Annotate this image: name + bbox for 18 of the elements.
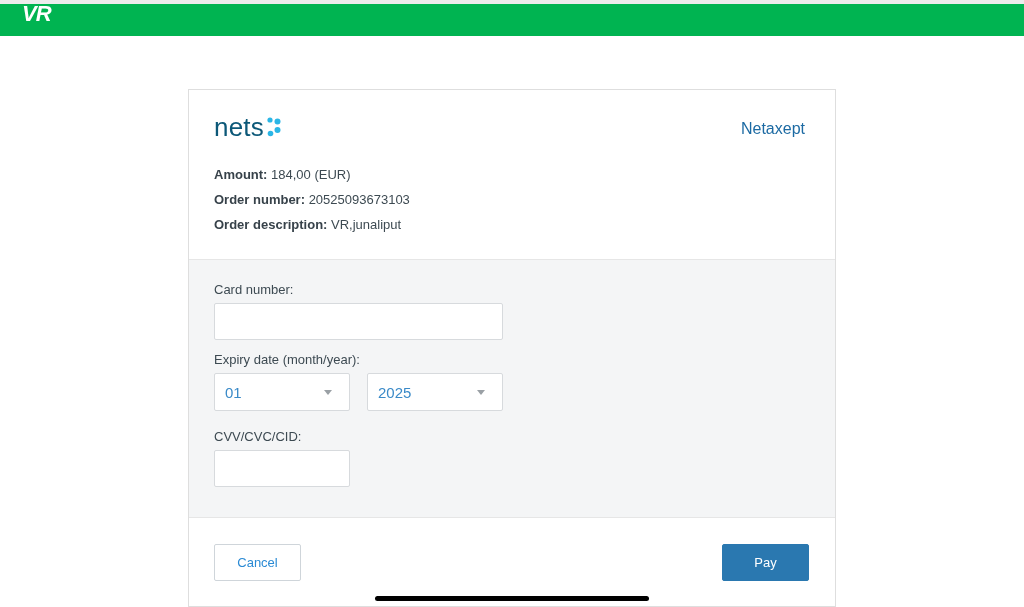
expiry-select[interactable]: 01 [214, 373, 350, 411]
order-detail: Order number: 20525093673103 [214, 192, 410, 207]
vr-logo: VR [22, 4, 51, 24]
field-label: Card number: [214, 282, 295, 298]
cvv-field[interactable] [214, 450, 350, 487]
card-number-field[interactable] [214, 303, 503, 340]
dots-icon [266, 117, 281, 137]
order-detail: Amount: 184,00 (EUR) [214, 167, 351, 182]
caret-icon [324, 389, 332, 395]
expiry-select[interactable]: 2025 [367, 373, 503, 411]
field-label: CVV/CVC/CID: [214, 429, 303, 445]
field-label: Expiry date (month/year): [214, 352, 361, 368]
nets-logo: nets [214, 115, 264, 139]
netaxept-logo: Netaxept [740, 120, 805, 138]
order-detail: Order description: VR,junaliput [214, 217, 402, 232]
cancel-button[interactable]: Cancel [214, 544, 301, 581]
caret-icon [477, 389, 485, 395]
pay-button[interactable]: Pay [722, 544, 809, 581]
